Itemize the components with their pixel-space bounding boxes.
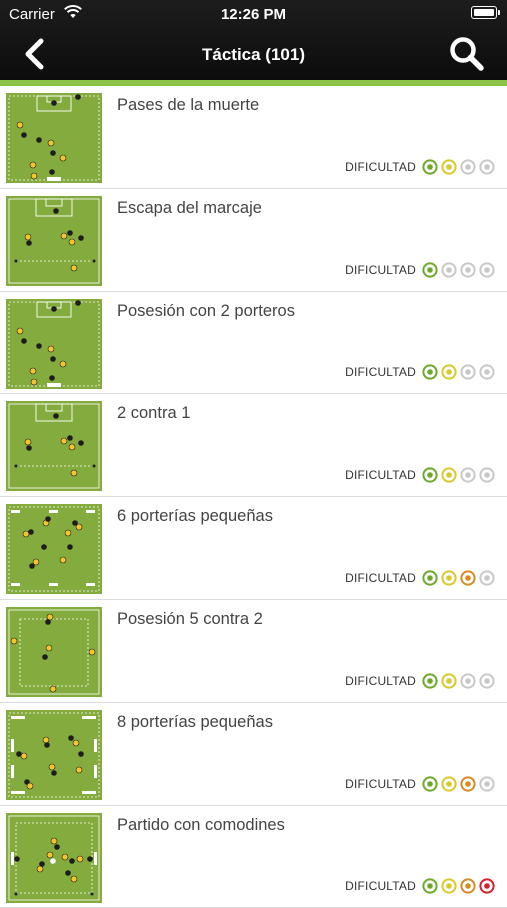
difficulty-label: DIFICULTAD	[345, 262, 416, 277]
difficulty-dot-1-active	[422, 775, 438, 792]
drill-name: Partido con comodines	[117, 815, 285, 834]
difficulty-dot-3-inactive	[460, 467, 476, 483]
drill-name: Escapa del marcaje	[117, 198, 262, 217]
field-diagram	[8, 299, 100, 387]
field-diagram	[8, 198, 100, 284]
search-icon	[450, 37, 484, 71]
difficulty-label: DIFICULTAD	[345, 570, 416, 585]
page-title: Táctica (101)	[202, 45, 305, 64]
navigation-bar: Táctica (101)	[0, 28, 507, 80]
drill-row[interactable]: Partido con comodines DIFICULTAD	[0, 806, 507, 908]
difficulty-rating: DIFICULTAD	[345, 158, 495, 176]
difficulty-dot-1-active	[422, 878, 438, 894]
difficulty-label: DIFICULTAD	[345, 159, 416, 174]
difficulty-rating: DIFICULTAD	[345, 261, 495, 279]
drill-name: 2 contra 1	[117, 404, 191, 423]
drill-row[interactable]: 6 porterías pequeñas DIFICULTAD	[0, 497, 507, 600]
difficulty-dot-4-inactive	[479, 467, 495, 483]
drill-row[interactable]: Posesión 5 contra 2 DIFICULTAD	[0, 600, 507, 703]
drill-thumbnail	[6, 195, 102, 286]
difficulty-rating: DIFICULTAD	[345, 466, 495, 484]
difficulty-dot-3-active	[460, 775, 476, 792]
difficulty-dot-4-inactive	[479, 673, 495, 689]
difficulty-dot-2-active	[441, 159, 457, 175]
difficulty-label: DIFICULTAD	[345, 365, 416, 380]
difficulty-rating: DIFICULTAD	[345, 877, 495, 895]
difficulty-label: DIFICULTAD	[345, 776, 416, 791]
difficulty-dot-4-inactive	[479, 159, 495, 175]
difficulty-rating: DIFICULTAD	[345, 363, 495, 381]
difficulty-dot-2-active	[441, 570, 457, 586]
difficulty-dot-4-inactive	[479, 775, 495, 792]
drill-row[interactable]: Escapa del marcaje DIFICULTAD	[0, 189, 507, 292]
difficulty-dot-1-active	[422, 261, 438, 278]
drill-name: Pases de la muerte	[117, 96, 260, 114]
status-bar: Carrier 12:26 PM	[0, 0, 507, 28]
difficulty-dot-2-inactive	[441, 261, 457, 278]
field-diagram	[8, 94, 100, 181]
drill-row[interactable]: 8 porterías pequeñas DIFICULTAD	[0, 703, 507, 806]
drill-thumbnail	[6, 504, 102, 595]
difficulty-dot-2-active	[441, 878, 457, 894]
drill-name: Posesión 5 contra 2	[117, 609, 263, 628]
drill-thumbnail	[6, 709, 102, 800]
status-time: 12:26 PM	[220, 6, 287, 23]
difficulty-dot-2-active	[441, 673, 457, 689]
difficulty-dot-3-inactive	[460, 673, 476, 689]
difficulty-dot-1-active	[422, 364, 438, 380]
difficulty-label: DIFICULTAD	[345, 879, 416, 894]
difficulty-dot-4-inactive	[479, 261, 495, 278]
difficulty-dot-3-active	[460, 878, 476, 894]
difficulty-rating: DIFICULTAD	[345, 775, 495, 793]
drill-name: 6 porterías pequeñas	[117, 507, 273, 526]
difficulty-dot-1-active	[422, 673, 438, 689]
field-diagram	[8, 403, 100, 489]
drill-thumbnail	[6, 812, 102, 903]
battery-icon	[471, 6, 500, 19]
difficulty-dot-4-active	[479, 878, 495, 894]
drill-thumbnail	[6, 401, 102, 492]
drill-name: 8 porterías pequeñas	[117, 712, 273, 731]
field-diagram	[8, 506, 100, 592]
difficulty-dot-2-active	[441, 467, 457, 483]
difficulty-dot-2-active	[441, 364, 457, 380]
field-diagram	[8, 815, 100, 900]
field-diagram	[8, 609, 100, 695]
search-button[interactable]	[449, 36, 485, 72]
drill-list: Pases de la muerte DIFICULTAD Escapa del m…	[0, 86, 507, 908]
drill-row[interactable]: Posesión con 2 porteros DIFICULTAD	[0, 292, 507, 395]
top-bar: Carrier 12:26 PM Táctica (101)	[0, 0, 507, 80]
difficulty-dot-3-active	[460, 570, 476, 586]
difficulty-dot-4-inactive	[479, 570, 495, 586]
difficulty-label: DIFICULTAD	[345, 468, 416, 483]
difficulty-dot-3-inactive	[460, 159, 476, 175]
difficulty-rating: DIFICULTAD	[345, 672, 495, 690]
difficulty-rating: DIFICULTAD	[345, 569, 495, 587]
drill-row[interactable]: 2 contra 1 DIFICULTAD	[0, 394, 507, 498]
drill-thumbnail	[6, 93, 102, 183]
drill-thumbnail	[6, 298, 102, 389]
difficulty-dot-1-active	[422, 467, 438, 483]
drill-thumbnail	[6, 606, 102, 697]
difficulty-dot-1-active	[422, 159, 438, 175]
difficulty-dot-3-inactive	[460, 261, 476, 278]
difficulty-label: DIFICULTAD	[345, 673, 416, 688]
drill-name: Posesión con 2 porteros	[117, 301, 295, 320]
difficulty-dot-1-active	[422, 570, 438, 586]
difficulty-dot-3-inactive	[460, 364, 476, 380]
difficulty-dot-2-active	[441, 775, 457, 792]
difficulty-dot-4-inactive	[479, 364, 495, 380]
field-diagram	[8, 712, 100, 798]
drill-row[interactable]: Pases de la muerte DIFICULTAD	[0, 86, 507, 189]
